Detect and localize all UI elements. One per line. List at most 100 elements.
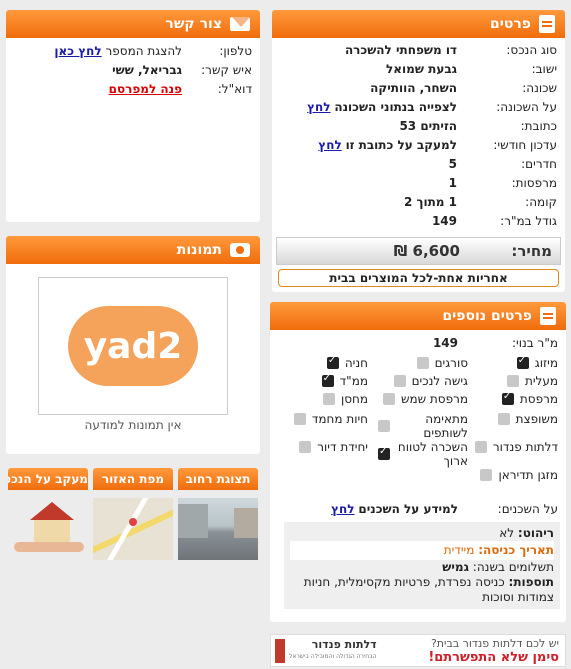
feature-label: סורגים xyxy=(434,356,468,370)
details-header: פרטים xyxy=(272,10,565,38)
photos-title: תמונות xyxy=(176,242,222,258)
unchecked-checkbox[interactable] xyxy=(378,420,390,432)
unchecked-checkbox[interactable] xyxy=(497,413,510,425)
feature-item[interactable]: חיות מחמד xyxy=(278,412,368,426)
phone-label: טלפון: xyxy=(219,44,252,58)
details-row-link[interactable]: לחץ xyxy=(318,136,341,155)
feature-label: מרפסת שמש xyxy=(400,392,468,406)
area-map-thumbnail xyxy=(93,498,173,560)
street-view-tile[interactable]: תצוגת רחוב xyxy=(178,468,258,560)
track-property-tile[interactable]: מעקב על הנכס xyxy=(8,468,88,560)
details-row: קומה: 1 מתוך 2 xyxy=(272,193,565,212)
feature-item[interactable]: חניה xyxy=(278,355,368,370)
checked-checkbox[interactable] xyxy=(321,373,334,387)
feature-item[interactable]: דלתות פנדור xyxy=(468,440,558,454)
unchecked-checkbox[interactable] xyxy=(393,375,406,387)
feature-item[interactable]: מזגן תדיראן xyxy=(468,468,558,482)
feature-label: מחסן xyxy=(340,392,368,406)
feature-label: חיות מחמד xyxy=(311,412,368,426)
contact-title: צור קשר xyxy=(165,16,222,32)
extras-line: תוספות: כניסה נפרדת, פרטיות מקסימלית, חנ… xyxy=(303,575,554,604)
extra-details-title: פרטים נוספים xyxy=(442,308,532,324)
details-row-value: למעקב על כתובת זו xyxy=(345,138,457,152)
feature-item[interactable]: יחידת דיור xyxy=(278,440,368,454)
checked-checkbox[interactable] xyxy=(516,355,529,369)
details-row-label: עדכון חודשי: xyxy=(493,138,557,152)
details-row-label: גודל במ"ר: xyxy=(500,214,557,228)
feature-label: השכרה לטווח ארוך xyxy=(397,440,468,468)
phone-text: להצגת המספר xyxy=(105,44,182,58)
feature-item[interactable]: משופצת xyxy=(468,412,558,426)
feature-item[interactable]: השכרה לטווח ארוך xyxy=(378,440,468,468)
person-label: איש קשר: xyxy=(201,63,252,77)
contact-header: צור קשר xyxy=(6,10,260,38)
feature-item[interactable]: מיזוג xyxy=(468,355,558,370)
unchecked-checkbox[interactable] xyxy=(474,441,487,453)
unchecked-checkbox[interactable] xyxy=(382,393,395,405)
no-photos-text: אין תמונות למודעה xyxy=(84,418,182,432)
details-row-value: הזיתים 53 xyxy=(399,119,457,133)
feature-item[interactable]: מתאימה לשותפים xyxy=(378,412,468,440)
photos-header: תמונות xyxy=(6,236,260,264)
details-row: חדרים: 5 xyxy=(272,155,565,174)
details-row-label: על השכונה: xyxy=(496,100,557,114)
show-phone-link[interactable]: לחץ כאן xyxy=(54,42,101,61)
payments-line: תשלומים בשנה: גמיש xyxy=(442,560,554,574)
price-bar: מחיר: 6,600 ₪ xyxy=(276,237,561,265)
details-row-value: 1 מתוך 2 xyxy=(403,195,457,209)
details-row: ישוב: גבעת שמואל xyxy=(272,60,565,79)
extra-details-panel: פרטים נוספים מ"ר בנוי: 149 מיזוג סורגים חנ… xyxy=(270,302,566,622)
details-row-link[interactable]: לחץ xyxy=(307,98,330,117)
feature-label: דלתות פנדור xyxy=(492,440,558,454)
furniture-line: ריהוט: לא xyxy=(499,526,554,540)
banner-line1: יש לכם דלתות פנדור בבית? xyxy=(430,636,559,650)
street-view-label: תצוגת רחוב xyxy=(178,468,258,490)
contact-panel: צור קשר טלפון: להצגת המספר לחץ כאן איש ק… xyxy=(6,10,260,222)
area-map-tile[interactable]: מפת האזור xyxy=(93,468,173,560)
details-row: מרפסות: 1 xyxy=(272,174,565,193)
checked-checkbox[interactable] xyxy=(326,355,339,369)
feature-item[interactable]: מעלית xyxy=(468,374,558,388)
unchecked-checkbox[interactable] xyxy=(480,469,493,481)
features-grid: מיזוג סורגים חניה מעלית גישה לנכים ממ"ד מרפסת מ… xyxy=(270,355,566,506)
details-panel: פרטים סוג הנכס: דו משפחתי להשכרה ישוב: גבעת… xyxy=(272,10,565,292)
feature-label: מעלית xyxy=(524,374,558,388)
details-row: סוג הנכס: דו משפחתי להשכרה xyxy=(272,41,565,60)
banner-line2: סימן שלא התפשרתם! xyxy=(428,649,559,665)
details-row-value: השחר, הוותיקה xyxy=(370,81,457,95)
feature-item[interactable]: מרפסת שמש xyxy=(378,392,468,406)
pandor-ad-banner[interactable]: דלתות פנדור הבחירה הגדולה והמובילה בישרא… xyxy=(270,634,566,667)
feature-label: ממ"ד xyxy=(339,374,368,388)
details-row-value: לצפייה בנתוני השכונה xyxy=(334,100,457,114)
feature-item[interactable]: ממ"ד xyxy=(278,373,368,388)
unchecked-checkbox[interactable] xyxy=(322,393,335,405)
feature-item[interactable]: סורגים xyxy=(378,356,468,370)
price-value: 6,600 ₪ xyxy=(393,242,460,260)
pandor-logo: דלתות פנדור הבחירה הגדולה והמובילה בישרא… xyxy=(271,635,381,666)
feature-item[interactable]: מחסן xyxy=(278,392,368,406)
details-list: סוג הנכס: דו משפחתי להשכרה ישוב: גבעת שמואל… xyxy=(272,38,565,231)
area-map-label: מפת האזור xyxy=(93,468,173,490)
built-area-value: 149 xyxy=(432,336,458,350)
feature-label: גישה לנכים xyxy=(411,374,468,388)
warranty-banner[interactable]: אחריות אחת-לכל המוצרים בבית xyxy=(278,269,559,287)
feature-item[interactable]: גישה לנכים xyxy=(378,374,468,388)
unchecked-checkbox[interactable] xyxy=(416,357,429,369)
unchecked-checkbox[interactable] xyxy=(506,375,519,387)
photo-placeholder[interactable]: yad2 xyxy=(38,277,228,415)
email-row: דוא"ל: פנה למפרסם xyxy=(6,80,260,99)
feature-item[interactable]: מרפסת xyxy=(468,391,558,406)
checked-checkbox[interactable] xyxy=(501,391,514,405)
details-row-value: 1 xyxy=(448,176,457,190)
contact-advertiser-link[interactable]: פנה למפרסם xyxy=(109,80,182,99)
feature-label: חניה xyxy=(344,356,368,370)
checked-checkbox[interactable] xyxy=(378,446,390,460)
price-label: מחיר: xyxy=(511,242,552,260)
neighbors-link[interactable]: לחץ xyxy=(331,500,354,519)
feature-label: יחידת דיור xyxy=(317,440,368,454)
built-area-row: מ"ר בנוי: 149 xyxy=(270,334,566,353)
camera-icon xyxy=(230,243,250,257)
details-row-label: כתובת: xyxy=(520,119,557,133)
unchecked-checkbox[interactable] xyxy=(293,413,306,425)
unchecked-checkbox[interactable] xyxy=(299,441,312,453)
